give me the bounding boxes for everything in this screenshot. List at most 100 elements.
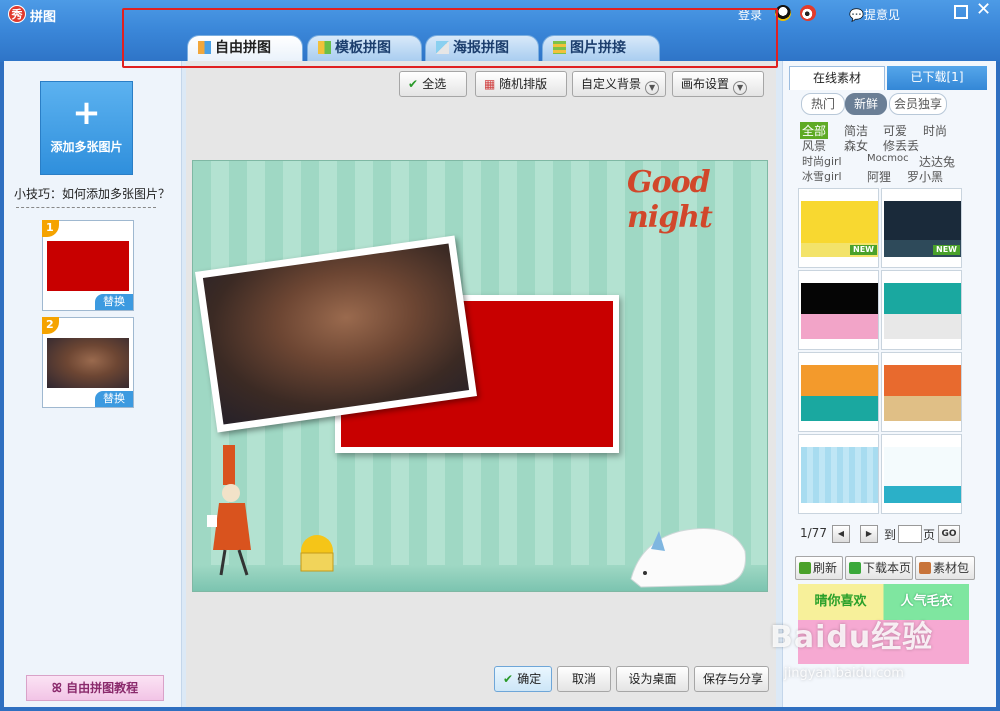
filter-members[interactable]: 会员独享 xyxy=(889,93,947,115)
tab-free-collage[interactable]: 自由拼图 xyxy=(187,35,303,61)
login-link[interactable]: 登录 xyxy=(738,6,762,23)
custom-background-dropdown[interactable]: 自定义背景 ▼ xyxy=(572,71,666,97)
tab-label: 图片拼接 xyxy=(570,40,626,56)
footprint-icon: ꕤ xyxy=(51,681,67,695)
material-grid: NEW NEW xyxy=(798,188,963,514)
add-images-button[interactable]: + 添加多张图片 xyxy=(40,81,133,175)
free-collage-icon xyxy=(198,41,211,54)
tab-label: 海报拼图 xyxy=(453,40,509,56)
download-page-label: 下载本页 xyxy=(863,561,912,575)
app-window: 秀 拼图 登录 💬提意见 ✕ 自由拼图 模板拼图 海报拼图 图片拼接 + 添加多… xyxy=(0,0,1000,711)
tab-downloaded[interactable]: 已下载[1] xyxy=(887,66,987,90)
page-input[interactable] xyxy=(898,525,922,543)
tab-image-stitch[interactable]: 图片拼接 xyxy=(542,35,660,61)
package-icon xyxy=(919,562,931,574)
set-desktop-button[interactable]: 设为桌面 xyxy=(616,666,689,692)
random-layout-button[interactable]: ▦ 随机排版 xyxy=(475,71,567,97)
chevron-down-icon: ▼ xyxy=(733,81,748,95)
maximize-icon[interactable] xyxy=(954,5,968,19)
download-icon xyxy=(849,562,861,574)
thumb-image xyxy=(47,241,129,291)
tag-item[interactable]: 修丢丢 xyxy=(883,137,919,154)
refresh-button[interactable]: 刷新 xyxy=(795,556,843,580)
replace-button[interactable]: 替换 xyxy=(95,294,133,310)
tag-item[interactable]: 时尚 xyxy=(923,122,947,139)
material-thumbnail[interactable] xyxy=(798,352,879,432)
feedback-link[interactable]: 💬提意见 xyxy=(849,6,900,23)
watermark-url: jingyan.baidu.com xyxy=(784,666,904,681)
go-button[interactable]: GO xyxy=(938,525,960,543)
confirm-button[interactable]: ✔ 确定 xyxy=(494,666,552,692)
close-icon[interactable]: ✕ xyxy=(976,1,991,19)
divider xyxy=(16,207,156,208)
title-bar: 秀 拼图 登录 💬提意见 ✕ 自由拼图 模板拼图 海报拼图 图片拼接 xyxy=(0,0,1000,62)
confirm-label: 确定 xyxy=(517,672,542,686)
material-thumbnail[interactable] xyxy=(798,434,879,514)
image-thumbnail[interactable]: 1 替换 xyxy=(42,220,134,311)
random-layout-label: 随机排版 xyxy=(499,77,548,91)
canvas-settings-label: 画布设置 xyxy=(681,77,730,91)
tag-item[interactable]: 时尚girl xyxy=(802,153,842,169)
material-thumbnail[interactable] xyxy=(881,270,962,350)
material-thumbnail[interactable] xyxy=(798,270,879,350)
plus-icon: + xyxy=(72,93,101,133)
material-pack-button[interactable]: 素材包 xyxy=(915,556,975,580)
tab-label: 模板拼图 xyxy=(335,40,391,56)
goto-label: 到 xyxy=(884,528,897,542)
refresh-label: 刷新 xyxy=(813,561,838,575)
custom-background-label: 自定义背景 xyxy=(581,77,642,91)
material-panel: 在线素材 已下载[1] 热门 新鲜 会员独享 全部 简洁 可爱 时尚 风景 森女… xyxy=(782,61,996,707)
tag-item[interactable]: 阿狸 xyxy=(867,168,891,185)
filter-new[interactable]: 新鲜 xyxy=(845,93,887,115)
material-thumbnail[interactable] xyxy=(881,434,962,514)
next-page-icon[interactable]: ▶ xyxy=(860,525,878,543)
grid-icon: ▦ xyxy=(484,77,500,91)
material-pack-label: 素材包 xyxy=(933,561,970,575)
material-thumbnail[interactable]: NEW xyxy=(798,188,879,268)
collage-canvas[interactable]: Good night xyxy=(192,160,768,592)
check-icon: ✔ xyxy=(408,77,423,91)
thumb-image xyxy=(801,283,878,339)
tag-item[interactable]: 冰雪girl xyxy=(802,168,842,184)
cancel-button[interactable]: 取消 xyxy=(557,666,611,692)
download-page-button[interactable]: 下载本页 xyxy=(845,556,913,580)
editor-area: ✔ 全选 ▦ 随机排版 自定义背景 ▼ 画布设置 ▼ Good night ✔ … xyxy=(186,61,776,707)
material-thumbnail[interactable] xyxy=(881,352,962,432)
check-circle-icon: ✔ xyxy=(503,672,518,686)
tab-template-collage[interactable]: 模板拼图 xyxy=(307,35,422,61)
tag-item[interactable]: Mocmoc xyxy=(867,153,909,164)
dog-photo xyxy=(202,243,470,425)
thumb-number: 2 xyxy=(42,317,59,334)
thumb-image xyxy=(884,365,961,421)
main-body: + 添加多张图片 小技巧：如何添加多张图片？ 1 替换 2 替换 ꕤ 自由拼图教… xyxy=(4,61,996,707)
thumb-number: 1 xyxy=(42,220,59,237)
tutorial-button[interactable]: ꕤ 自由拼图教程 xyxy=(26,675,164,701)
filter-hot[interactable]: 热门 xyxy=(801,93,845,115)
chevron-down-icon: ▼ xyxy=(645,81,660,95)
weibo-icon[interactable] xyxy=(800,5,816,21)
watermark-logo: Baidu经验 xyxy=(770,620,934,655)
tag-item[interactable]: 风景 xyxy=(802,137,826,154)
tip-link[interactable]: 小技巧：如何添加多张图片？ xyxy=(14,185,170,202)
image-stitch-icon xyxy=(553,41,566,54)
replace-button[interactable]: 替换 xyxy=(95,391,133,407)
tag-item[interactable]: 罗小黑 xyxy=(907,168,943,185)
select-all-label: 全选 xyxy=(422,77,447,91)
save-share-button[interactable]: 保存与分享 xyxy=(694,666,769,692)
prev-page-icon[interactable]: ◀ xyxy=(832,525,850,543)
tab-online-materials[interactable]: 在线素材 xyxy=(789,66,885,90)
app-logo: 秀 xyxy=(8,5,26,23)
add-images-label: 添加多张图片 xyxy=(50,140,123,154)
qq-icon[interactable] xyxy=(775,5,791,21)
app-title: 拼图 xyxy=(30,10,57,25)
canvas-settings-dropdown[interactable]: 画布设置 ▼ xyxy=(672,71,764,97)
new-badge: NEW xyxy=(850,245,877,255)
tab-label: 自由拼图 xyxy=(215,40,271,56)
material-thumbnail[interactable]: NEW xyxy=(881,188,962,268)
greeting-text: Good night xyxy=(627,165,713,235)
tab-poster-collage[interactable]: 海报拼图 xyxy=(425,35,539,61)
basket-illustration xyxy=(300,535,334,572)
select-all-button[interactable]: ✔ 全选 xyxy=(399,71,467,97)
image-thumbnail[interactable]: 2 替换 xyxy=(42,317,134,408)
tag-item[interactable]: 森女 xyxy=(844,137,868,154)
